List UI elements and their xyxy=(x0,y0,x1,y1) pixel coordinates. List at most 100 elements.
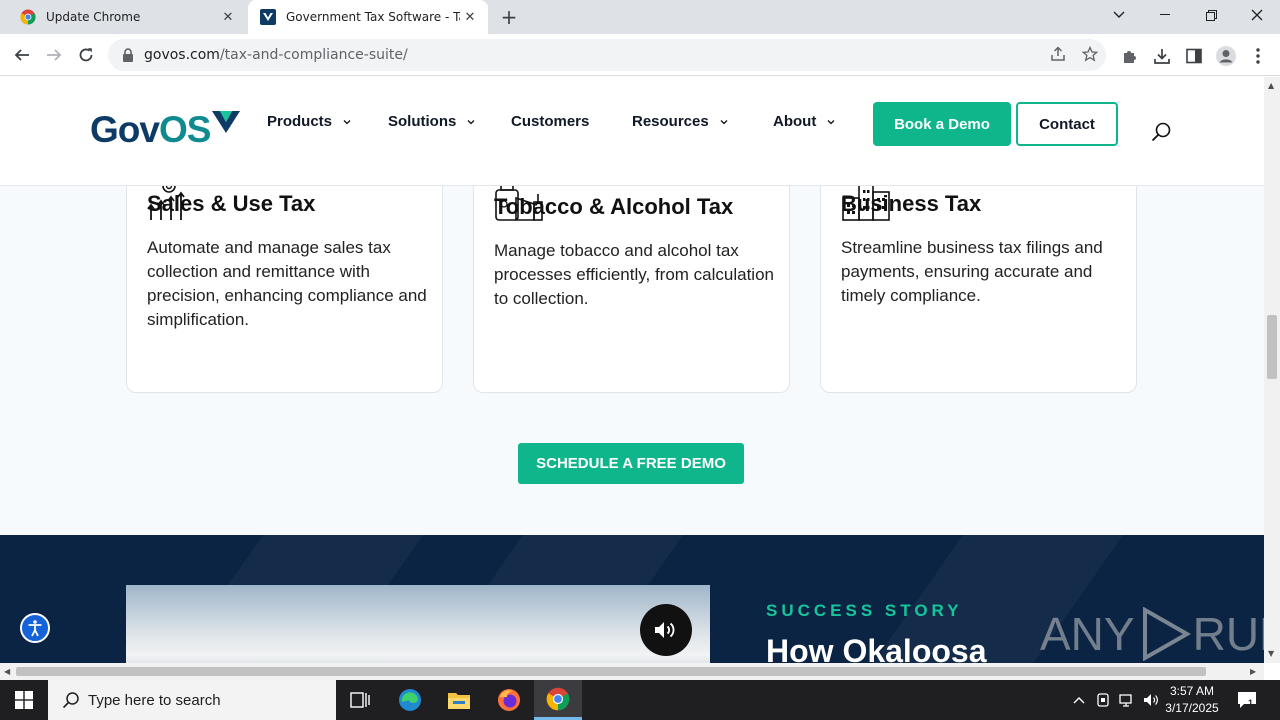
scroll-left-arrow-icon[interactable]: ◀ xyxy=(4,667,10,676)
clock-date: 3/17/2025 xyxy=(1165,701,1219,715)
vertical-scrollbar[interactable]: ▲ ▼ xyxy=(1264,77,1280,663)
site-header: GovOS Products Solutions Customers Resou… xyxy=(0,77,1264,186)
taskbar-firefox[interactable] xyxy=(485,680,533,720)
tray-chevron-up-icon[interactable] xyxy=(1070,691,1088,709)
taskbar-clock[interactable]: 3:57 AM 3/17/2025 xyxy=(1160,683,1224,717)
tab-govos[interactable]: Government Tax Software - Tax & ✕ xyxy=(248,0,488,34)
windows-logo-icon xyxy=(15,691,33,709)
network-icon[interactable] xyxy=(1118,691,1136,709)
volume-icon[interactable] xyxy=(1142,691,1160,709)
tab-title: Update Chrome xyxy=(46,10,141,24)
lock-icon xyxy=(123,48,133,62)
bookmark-star-icon[interactable] xyxy=(1080,44,1100,64)
url-path: /tax-and-compliance-suite/ xyxy=(219,47,408,63)
horizontal-scroll-thumb[interactable] xyxy=(16,667,1206,676)
nav-label: Products xyxy=(267,113,333,130)
nav-products[interactable]: Products xyxy=(267,113,352,130)
scroll-up-arrow-icon[interactable]: ▲ xyxy=(1268,81,1274,90)
notification-icon xyxy=(1238,692,1256,708)
card-title: Sales & Use Tax xyxy=(147,191,316,216)
close-window-icon[interactable] xyxy=(1234,0,1280,30)
url-host: govos.com xyxy=(144,47,220,63)
nav-label: Solutions xyxy=(388,113,457,130)
firefox-icon xyxy=(498,689,520,711)
download-icon[interactable] xyxy=(1150,44,1174,68)
nav-about[interactable]: About xyxy=(773,113,836,130)
notification-center-button[interactable]: 1 xyxy=(1236,690,1260,712)
tab-title: Government Tax Software - Tax & xyxy=(286,10,460,24)
govos-favicon-icon xyxy=(260,9,276,25)
logo-text-gov: Gov xyxy=(90,109,160,150)
chrome-icon xyxy=(20,9,36,25)
notification-count: 1 xyxy=(1248,698,1254,708)
new-tab-button[interactable]: + xyxy=(498,5,520,29)
search-placeholder: Type here to search xyxy=(88,691,221,709)
extensions-puzzle-icon[interactable] xyxy=(1118,44,1142,68)
reload-icon[interactable] xyxy=(73,42,99,68)
scroll-down-arrow-icon[interactable]: ▼ xyxy=(1268,649,1274,658)
folder-icon xyxy=(448,693,470,709)
nav-customers[interactable]: Customers xyxy=(511,113,589,130)
speaker-icon xyxy=(655,622,675,638)
page-viewport: GovOS Products Solutions Customers Resou… xyxy=(0,77,1264,663)
profile-avatar-icon[interactable] xyxy=(1214,44,1238,68)
volume-button[interactable] xyxy=(640,604,692,656)
back-arrow-icon[interactable] xyxy=(9,42,35,68)
start-button[interactable] xyxy=(0,680,48,720)
tab-update-chrome[interactable]: Update Chrome ✕ xyxy=(8,0,246,34)
nav-solutions[interactable]: Solutions xyxy=(388,113,476,130)
tab-search-chevron-icon[interactable] xyxy=(1096,0,1142,30)
schedule-demo-button[interactable]: SCHEDULE A FREE DEMO xyxy=(518,443,744,484)
browser-toolbar: govos.com/tax-and-compliance-suite/ xyxy=(0,34,1280,76)
chevron-down-icon xyxy=(720,119,728,124)
taskbar-chrome[interactable] xyxy=(534,680,582,720)
taskbar-search-box[interactable]: Type here to search xyxy=(48,680,336,720)
edge-icon xyxy=(399,689,421,711)
card-title: Tobacco & Alcohol Tax xyxy=(494,194,734,219)
success-story-title: How Okaloosa xyxy=(766,633,987,663)
clock-time: 3:57 AM xyxy=(1169,684,1215,698)
taskbar-edge[interactable] xyxy=(386,680,434,720)
card-body: Manage tobacco and alcohol tax processes… xyxy=(494,241,774,308)
accessibility-button[interactable] xyxy=(20,613,50,643)
task-view-icon xyxy=(350,692,370,708)
side-panel-icon[interactable] xyxy=(1182,44,1206,68)
minimize-icon[interactable] xyxy=(1142,0,1188,30)
tab-close-icon[interactable]: ✕ xyxy=(460,7,480,27)
success-story-eyebrow: SUCCESS STORY xyxy=(766,601,963,620)
search-icon[interactable] xyxy=(1150,121,1172,143)
watermark-run: RUN xyxy=(1192,608,1264,660)
accessibility-icon xyxy=(28,620,42,637)
tab-close-icon[interactable]: ✕ xyxy=(218,7,238,27)
nav-resources[interactable]: Resources xyxy=(632,113,729,130)
restore-icon[interactable] xyxy=(1188,0,1234,30)
play-triangle-icon xyxy=(1142,607,1191,661)
scroll-right-arrow-icon[interactable]: ▶ xyxy=(1250,667,1256,676)
address-bar[interactable]: govos.com/tax-and-compliance-suite/ xyxy=(108,39,1106,71)
horizontal-scrollbar[interactable]: ◀ ▶ xyxy=(0,663,1264,680)
chevron-down-icon xyxy=(827,119,835,124)
windows-taskbar: Type here to search 3:57 AM 3/17/2025 1 xyxy=(0,680,1280,720)
nav-label: Customers xyxy=(511,113,590,130)
nav-label: Resources xyxy=(632,113,709,130)
card-body: Streamline business tax filings and paym… xyxy=(841,238,1103,305)
card-body: Automate and manage sales tax collection… xyxy=(147,238,427,329)
chrome-icon xyxy=(546,687,570,710)
forward-arrow-icon[interactable] xyxy=(41,42,67,68)
search-icon xyxy=(62,692,79,709)
govos-logo[interactable]: GovOS xyxy=(90,109,240,151)
anyrun-watermark: ANY RUN xyxy=(1040,607,1264,661)
chevron-down-icon xyxy=(467,119,475,124)
logo-text-os: OS xyxy=(158,109,211,150)
chevron-down-icon xyxy=(343,119,351,124)
tray-device-icon[interactable] xyxy=(1094,691,1112,709)
taskbar-file-explorer[interactable] xyxy=(435,680,483,720)
contact-button[interactable]: Contact xyxy=(1016,102,1118,146)
nav-label: About xyxy=(773,113,817,130)
vertical-scroll-thumb[interactable] xyxy=(1267,315,1277,379)
task-view-button[interactable] xyxy=(336,680,384,720)
video-player[interactable] xyxy=(126,585,710,663)
book-demo-button[interactable]: Book a Demo xyxy=(873,102,1011,146)
kebab-menu-icon[interactable] xyxy=(1246,44,1270,68)
share-icon[interactable] xyxy=(1048,44,1068,64)
